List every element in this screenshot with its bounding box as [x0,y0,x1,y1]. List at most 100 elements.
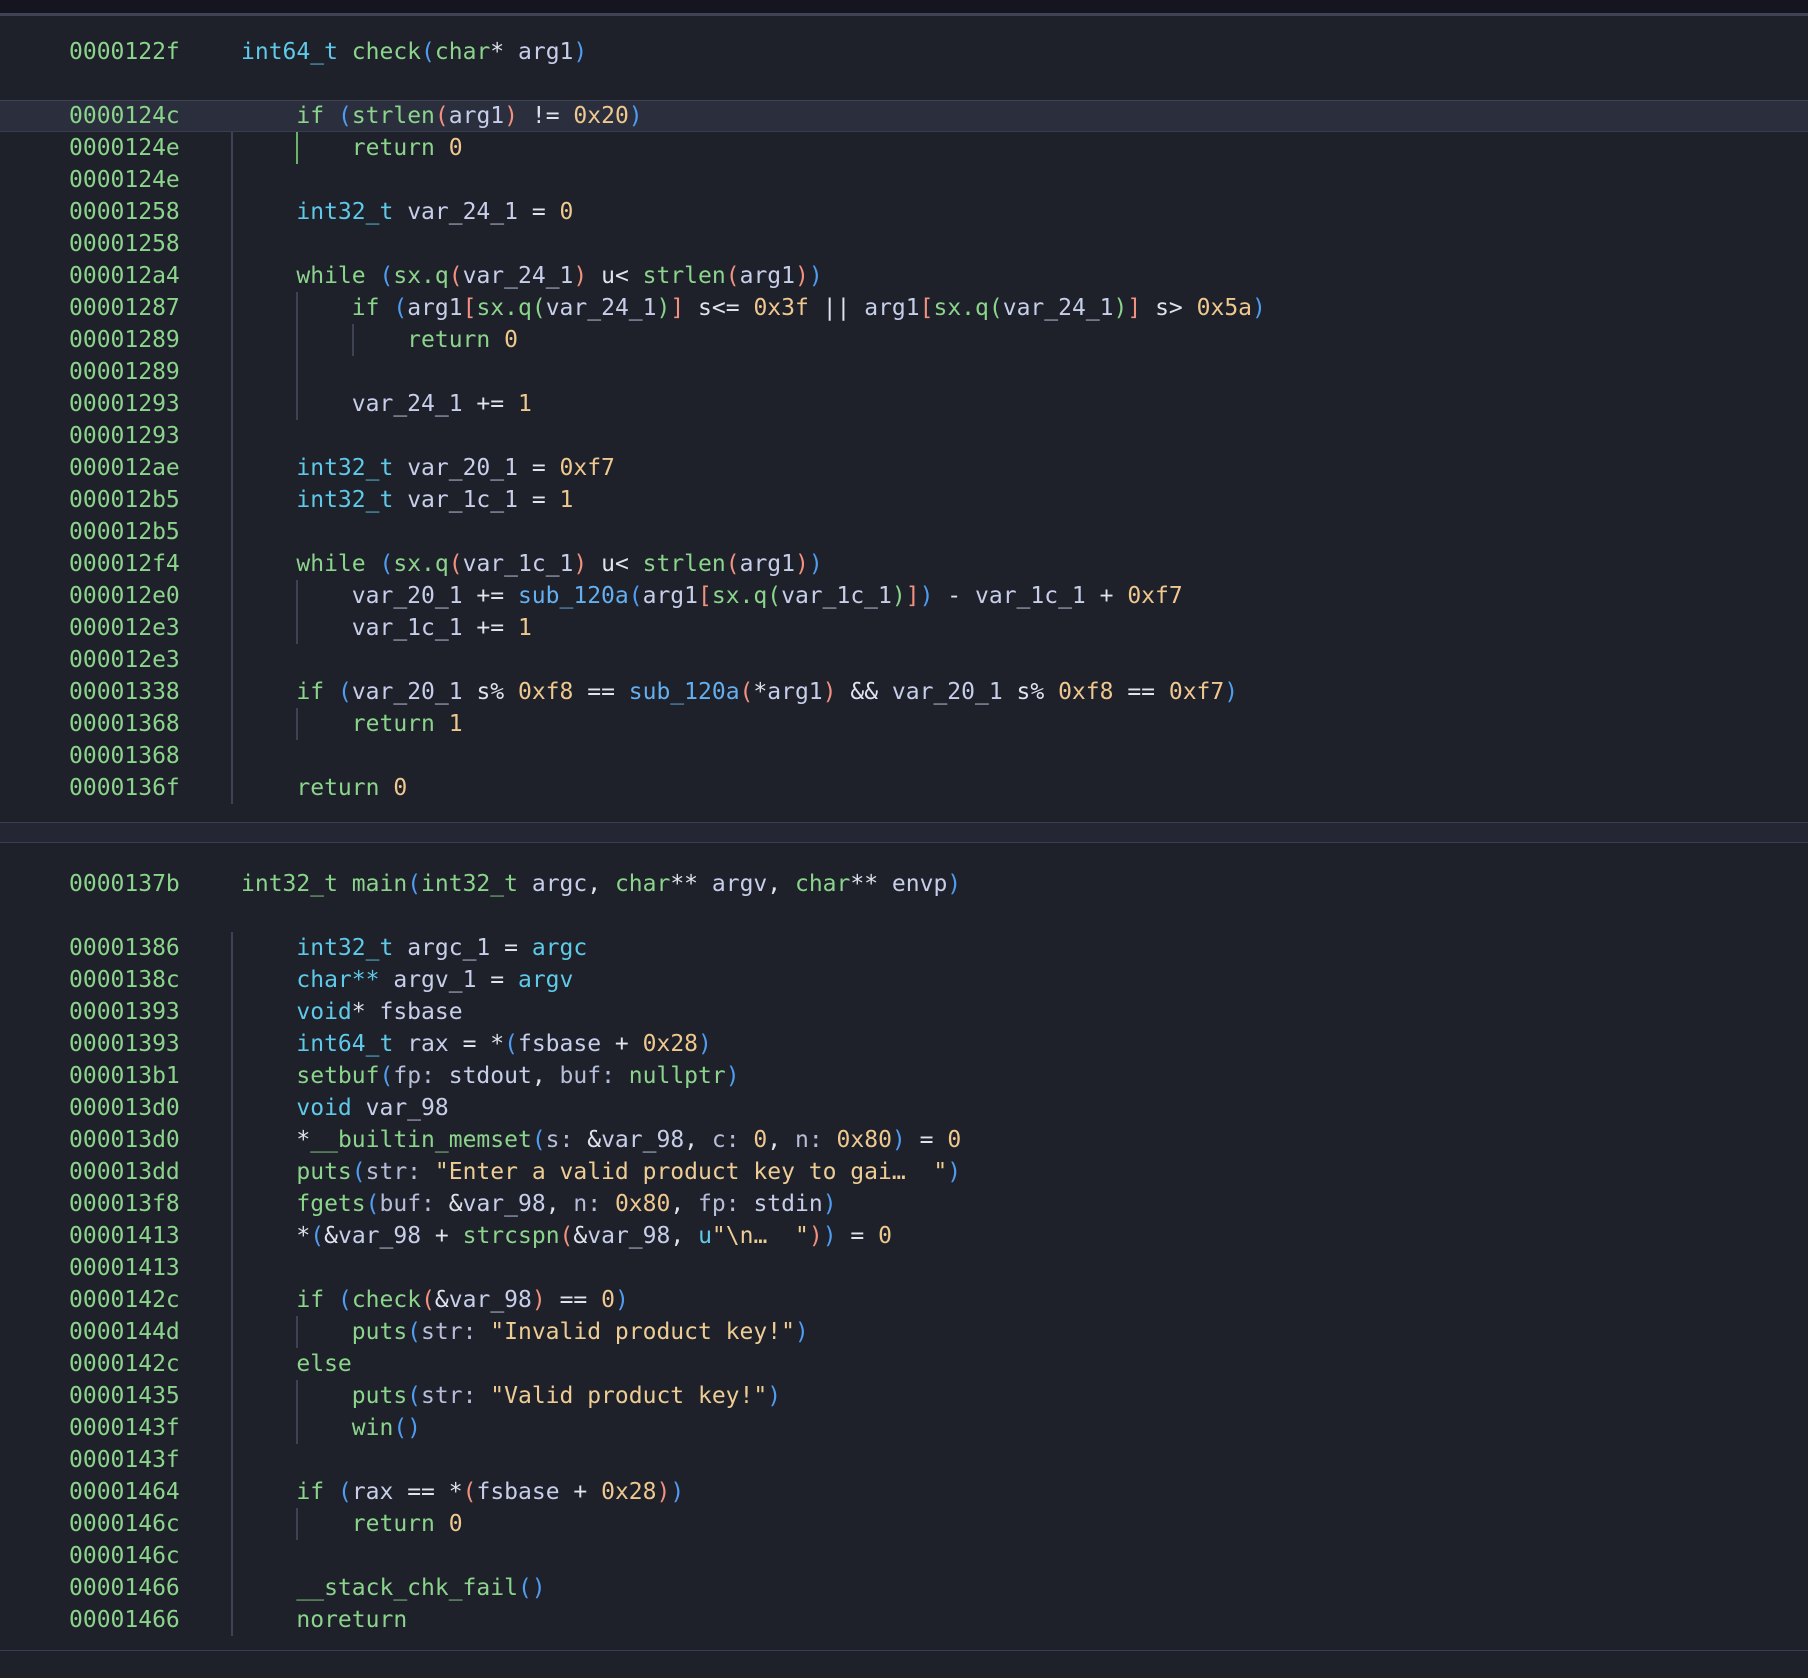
code-line[interactable]: 0000142c else [0,1348,1808,1380]
code-line[interactable]: 000012ae int32_t var_20_1 = 0xf7 [0,452,1808,484]
code-line[interactable]: 000013f8 fgets(buf: &var_98, n: 0x80, fp… [0,1188,1808,1220]
function-check: 0000122fint64_t check(char* arg1) 0000124… [0,36,1808,804]
code-line[interactable]: 0000122fint64_t check(char* arg1) [0,36,1808,68]
code-line[interactable]: 000012f4 while (sx.q(var_1c_1) u< strlen… [0,548,1808,580]
code-line[interactable]: 00001287 if (arg1[sx.q(var_24_1)] s<= 0x… [0,292,1808,324]
code-line[interactable]: 00001293 var_24_1 += 1 [0,388,1808,420]
address: 000013f8 [69,1188,241,1220]
code-line[interactable]: 00001293 [0,420,1808,452]
code-line[interactable]: 0000124c if (strlen(arg1) != 0x20) [0,100,1808,132]
code-line[interactable]: 00001386 int32_t argc_1 = argc [0,932,1808,964]
code-line[interactable]: 000013d0 void var_98 [0,1092,1808,1124]
code-line[interactable]: 00001258 [0,228,1808,260]
code-text: return 1 [241,711,463,737]
address: 000013b1 [69,1060,241,1092]
code-line[interactable] [0,68,1808,100]
address: 000012b5 [69,516,241,548]
address: 000012e3 [69,644,241,676]
code-line[interactable]: 00001368 [0,740,1808,772]
code-line[interactable]: 00001368 return 1 [0,708,1808,740]
address: 00001413 [69,1252,241,1284]
function-separator [0,822,1808,843]
linear-view: 0000122fint64_t check(char* arg1) 0000124… [0,0,1808,1678]
code-text: var_1c_1 += 1 [241,615,532,641]
code-line[interactable]: 000012b5 [0,516,1808,548]
address: 0000144d [69,1316,241,1348]
code-line[interactable] [0,900,1808,932]
code-line[interactable]: 000012e0 var_20_1 += sub_120a(arg1[sx.q(… [0,580,1808,612]
code-line[interactable]: 0000146c return 0 [0,1508,1808,1540]
code-text: int32_t var_1c_1 = 1 [241,487,573,513]
address: 00001293 [69,388,241,420]
code-line[interactable]: 000013dd puts(str: "Enter a valid produc… [0,1156,1808,1188]
code-text: puts(str: "Valid product key!") [241,1383,781,1409]
address: 00001393 [69,1028,241,1060]
address: 00001466 [69,1604,241,1636]
code-line[interactable]: 0000124e [0,164,1808,196]
address: 00001386 [69,932,241,964]
code-line[interactable]: 0000136f return 0 [0,772,1808,804]
code-line[interactable]: 0000144d puts(str: "Invalid product key!… [0,1316,1808,1348]
code-text: int32_t main(int32_t argc, char** argv, … [241,871,961,897]
address: 0000124e [69,164,241,196]
address: 0000137b [69,868,241,900]
code-line[interactable]: 00001289 return 0 [0,324,1808,356]
address: 0000122f [69,36,241,68]
code-text: return 0 [241,327,518,353]
address: 0000142c [69,1284,241,1316]
address: 0000146c [69,1540,241,1572]
code-line[interactable]: 00001413 *(&var_98 + strcspn(&var_98, u"… [0,1220,1808,1252]
code-line[interactable]: 00001435 puts(str: "Valid product key!") [0,1380,1808,1412]
code-line[interactable]: 000012a4 while (sx.q(var_24_1) u< strlen… [0,260,1808,292]
partial-code-line[interactable]: 0000146d 0f 1f 00 [0,1666,1808,1678]
address: 00001289 [69,324,241,356]
code-text: if (arg1[sx.q(var_24_1)] s<= 0x3f || arg… [241,295,1266,321]
address: 00001464 [69,1476,241,1508]
code-line[interactable]: 00001466 __stack_chk_fail() [0,1572,1808,1604]
code-line[interactable]: 00001258 int32_t var_24_1 = 0 [0,196,1808,228]
address: 00001338 [69,676,241,708]
address: 00001393 [69,996,241,1028]
address: 000012f4 [69,548,241,580]
address: 00001466 [69,1572,241,1604]
code-line[interactable]: 00001289 [0,356,1808,388]
code-line[interactable]: 000013d0 *__builtin_memset(s: &var_98, c… [0,1124,1808,1156]
code-text: return 0 [241,1511,463,1537]
code-text: if (strlen(arg1) != 0x20) [241,103,643,129]
top-divider [0,0,1808,16]
code-line[interactable]: 00001393 int64_t rax = *(fsbase + 0x28) [0,1028,1808,1060]
code-line[interactable]: 00001393 void* fsbase [0,996,1808,1028]
code-text: else [241,1351,352,1377]
code-line[interactable]: 0000124e return 0 [0,132,1808,164]
address: 0000143f [69,1444,241,1476]
code-text: void* fsbase [241,999,463,1025]
code-text: return 0 [241,775,407,801]
code-line[interactable]: 0000143f win() [0,1412,1808,1444]
code-line[interactable]: 00001464 if (rax == *(fsbase + 0x28)) [0,1476,1808,1508]
address: 000013dd [69,1156,241,1188]
code-line[interactable]: 000012e3 [0,644,1808,676]
code-text: setbuf(fp: stdout, buf: nullptr) [241,1063,740,1089]
code-line[interactable]: 0000142c if (check(&var_98) == 0) [0,1284,1808,1316]
address: 000013d0 [69,1124,241,1156]
code-line[interactable]: 000013b1 setbuf(fp: stdout, buf: nullptr… [0,1060,1808,1092]
address: 00001287 [69,292,241,324]
code-line[interactable]: 0000146c [0,1540,1808,1572]
address: 00001293 [69,420,241,452]
code-text: return 0 [241,135,463,161]
code-line[interactable]: 00001338 if (var_20_1 s% 0xf8 == sub_120… [0,676,1808,708]
code-text: if (check(&var_98) == 0) [241,1287,629,1313]
code-text: puts(str: "Enter a valid product key to … [241,1159,961,1185]
address: 000012e0 [69,580,241,612]
code-line[interactable]: 00001466 noreturn [0,1604,1808,1636]
code-text: noreturn [241,1607,407,1633]
code-line[interactable]: 00001413 [0,1252,1808,1284]
code-line[interactable]: 000012b5 int32_t var_1c_1 = 1 [0,484,1808,516]
code-line[interactable]: 0000138c char** argv_1 = argv [0,964,1808,996]
code-text: var_20_1 += sub_120a(arg1[sx.q(var_1c_1)… [241,583,1183,609]
code-text: __stack_chk_fail() [241,1575,546,1601]
code-line[interactable]: 0000137bint32_t main(int32_t argc, char*… [0,868,1808,900]
code-line[interactable]: 0000143f [0,1444,1808,1476]
code-line[interactable]: 000012e3 var_1c_1 += 1 [0,612,1808,644]
code-text: int64_t rax = *(fsbase + 0x28) [241,1031,712,1057]
